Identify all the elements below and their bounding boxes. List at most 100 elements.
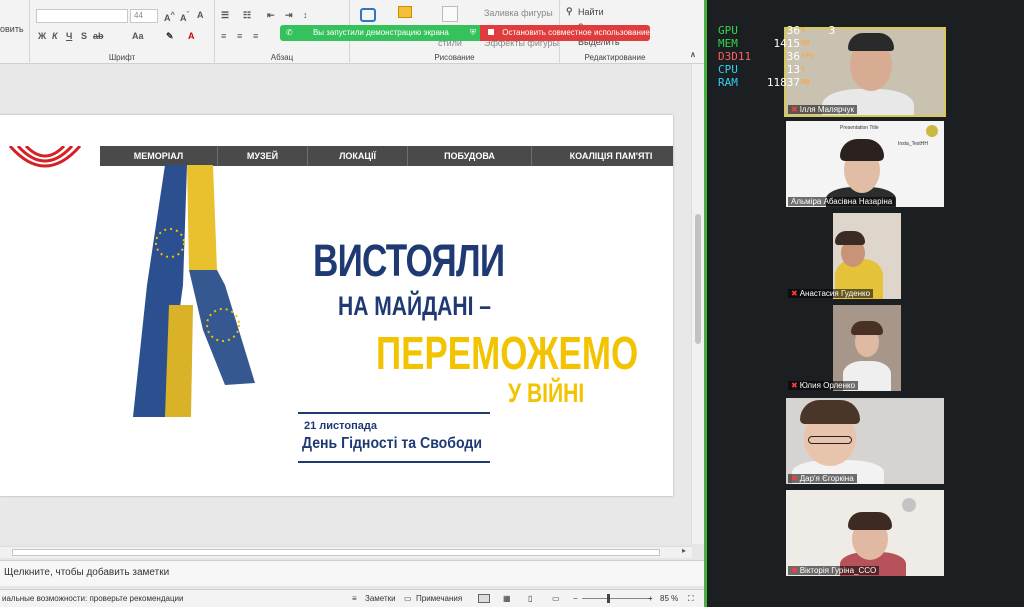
change-case-button[interactable]: Aa xyxy=(132,31,144,41)
nav-construction: ПОБУДОВА xyxy=(408,146,532,166)
comments-icon[interactable]: ▭ xyxy=(404,594,412,603)
mic-muted-icon: ✖ xyxy=(791,289,798,298)
shadow-button[interactable]: S xyxy=(81,31,87,41)
strikethrough-button[interactable]: ab xyxy=(93,31,104,41)
font-color-icon[interactable]: A xyxy=(188,31,195,41)
font-size-box[interactable]: 44 xyxy=(130,9,158,23)
notes-placeholder: Щелкните, чтобы добавить заметки xyxy=(4,567,170,578)
zoom-level[interactable]: 85 % xyxy=(660,594,678,603)
ribbon-group-font: 44 A^ Aˇ A Ж К Ч S ab Aa ✎ A Шрифт xyxy=(30,0,215,64)
find-icon: ⚲ xyxy=(566,6,573,16)
quick-styles-icon[interactable] xyxy=(442,6,458,22)
accessibility-status[interactable]: иальные возможности: проверьте рекоменда… xyxy=(2,594,183,603)
slide[interactable]: МЕМОРІАЛ МУЗЕЙ ЛОКАЦІЇ ПОБУДОВА КОАЛІЦІЯ… xyxy=(0,115,673,496)
shapes-icon[interactable] xyxy=(360,8,376,22)
normal-view-icon[interactable] xyxy=(478,594,490,603)
notes-toggle-icon[interactable]: ≡ xyxy=(352,594,357,603)
numbering-icon[interactable]: ☷ xyxy=(243,10,251,21)
increase-font-icon[interactable]: A^ xyxy=(164,10,175,23)
mic-muted-icon: ✖ xyxy=(791,474,798,483)
slide-title-line2: НА МАЙДАНІ – xyxy=(338,291,492,321)
perf-d3d11: D3D11 36 FPS xyxy=(718,50,814,63)
status-bar: иальные возможности: проверьте рекоменда… xyxy=(0,589,704,607)
find-button[interactable]: Найти xyxy=(578,7,604,17)
decrease-font-icon[interactable]: Aˇ xyxy=(180,10,189,23)
vertical-scrollbar[interactable] xyxy=(691,64,704,544)
shared-caption: Presentation Title xyxy=(840,125,879,131)
participant-video xyxy=(833,213,901,299)
scroll-right-icon[interactable]: ▸ xyxy=(682,546,686,555)
phone-icon: ✆ xyxy=(286,28,293,37)
slide-title-line4: У ВІЙНІ xyxy=(508,378,585,408)
slide-title-line3: ПЕРЕМОЖЕМО xyxy=(376,327,639,379)
performance-overlay: GPU 36 % 3 MEM 1415 MB D3D11 36 FPS CPU … xyxy=(718,24,835,89)
comments-button[interactable]: Примечания xyxy=(416,594,462,603)
desktop: овить 44 A^ Aˇ A Ж К Ч S ab Aa ✎ A Шрифт… xyxy=(0,0,1024,607)
glasses xyxy=(808,436,852,444)
arrange-icon[interactable] xyxy=(398,6,412,18)
participant-tile[interactable]: ✖ Анастасия Гуденко xyxy=(784,211,946,301)
ribbon-clipboard-cut: овить xyxy=(0,0,30,64)
slide-date: 21 листопада xyxy=(304,420,377,432)
flag-ribbon-image xyxy=(133,165,255,417)
participant-tile[interactable]: ✖ Юлия Орленко xyxy=(784,303,946,393)
shield-icon: ⛨ xyxy=(470,28,476,37)
indent-increase-icon[interactable]: ⇥ xyxy=(285,10,293,21)
perf-cpu: CPU 13 % xyxy=(718,63,806,76)
participant-tile[interactable]: ✖ Вікторія Гуріна_CCO xyxy=(784,488,946,578)
vertical-scroll-thumb[interactable] xyxy=(695,214,701,344)
fit-slide-icon[interactable]: ⛶ xyxy=(688,594,694,604)
zoom-slider[interactable] xyxy=(582,598,652,599)
stop-share-button[interactable]: Остановить совместное использование xyxy=(480,25,650,41)
slide-divider-bottom xyxy=(298,461,490,463)
slide-day-name: День Гідності та Свободи xyxy=(302,435,482,452)
horizontal-scrollbar[interactable]: ▸ xyxy=(0,546,692,558)
nav-locations: ЛОКАЦІЇ xyxy=(308,146,408,166)
slide-sorter-icon[interactable]: ▦ xyxy=(503,594,511,603)
mic-muted-icon: ✖ xyxy=(791,566,798,575)
horizontal-scroll-thumb[interactable] xyxy=(12,549,660,556)
shape-fill-button[interactable]: Заливка фигуры xyxy=(484,8,553,18)
bullets-icon[interactable]: ☰ xyxy=(221,10,229,21)
clear-format-icon[interactable]: A xyxy=(197,10,204,20)
line-spacing-icon[interactable]: ↕ xyxy=(303,10,308,20)
participant-tile[interactable]: ✖ Дар'я Єгоркіна xyxy=(784,396,946,486)
reading-view-icon[interactable]: ▯ xyxy=(528,594,532,603)
stop-icon xyxy=(488,29,494,35)
slide-editing-area: МЕМОРІАЛ МУЗЕЙ ЛОКАЦІЇ ПОБУДОВА КОАЛІЦІЯ… xyxy=(0,64,704,544)
nav-memorial: МЕМОРІАЛ xyxy=(100,146,218,166)
indent-decrease-icon[interactable]: ⇤ xyxy=(267,10,275,21)
perf-gpu: GPU 36 % 3 xyxy=(718,24,836,37)
notes-pane[interactable]: Щелкните, чтобы добавить заметки xyxy=(0,560,704,586)
ribbon-group-drawing-label: Рисование xyxy=(434,53,475,62)
participant-name: ✖ Дар'я Єгоркіна xyxy=(788,474,857,483)
notes-toggle-button[interactable]: Заметки xyxy=(365,594,396,603)
italic-button[interactable]: К xyxy=(52,31,58,41)
participant-name: ✖ Юлия Орленко xyxy=(788,381,859,390)
restore-button-label[interactable]: овить xyxy=(0,24,24,34)
align-right-icon[interactable]: ≡ xyxy=(253,31,258,41)
ribbon-group-paragraph-label: Абзац xyxy=(270,53,294,62)
powerpoint-window: овить 44 A^ Aˇ A Ж К Ч S ab Aa ✎ A Шрифт… xyxy=(0,0,704,607)
slide-nav-bar: МЕМОРІАЛ МУЗЕЙ ЛОКАЦІЇ ПОБУДОВА КОАЛІЦІЯ… xyxy=(100,146,673,166)
screen-share-bar: ✆ Вы запустили демонстрацию экрана ⛨ Ост… xyxy=(280,25,650,41)
highlight-icon[interactable]: ✎ xyxy=(166,31,174,42)
memorial-logo xyxy=(8,146,82,168)
font-name-box[interactable] xyxy=(36,9,128,23)
zoom-in-button[interactable]: + xyxy=(648,594,653,603)
ribbon-group-font-label: Шрифт xyxy=(108,53,136,62)
bold-button[interactable]: Ж xyxy=(38,31,46,41)
slideshow-icon[interactable]: ▭ xyxy=(552,594,560,603)
perf-ram: RAM 11837 MB xyxy=(718,76,810,89)
participant-hair xyxy=(848,33,894,51)
zoom-slider-thumb[interactable] xyxy=(607,594,610,603)
participant-name: ✖ Вікторія Гуріна_CCO xyxy=(788,566,880,575)
align-left-icon[interactable]: ≡ xyxy=(221,31,226,41)
share-status: ✆ Вы запустили демонстрацию экрана ⛨ xyxy=(280,25,480,41)
video-call-panel: GPU 36 % 3 MEM 1415 MB D3D11 36 FPS CPU … xyxy=(704,0,1024,607)
underline-button[interactable]: Ч xyxy=(66,31,72,41)
collapse-ribbon-icon[interactable]: ∧ xyxy=(690,50,696,59)
participant-tile[interactable]: Presentation Title Insta_TestHH Альміра … xyxy=(784,119,946,209)
zoom-out-button[interactable]: − xyxy=(573,594,578,603)
align-center-icon[interactable]: ≡ xyxy=(237,31,242,41)
